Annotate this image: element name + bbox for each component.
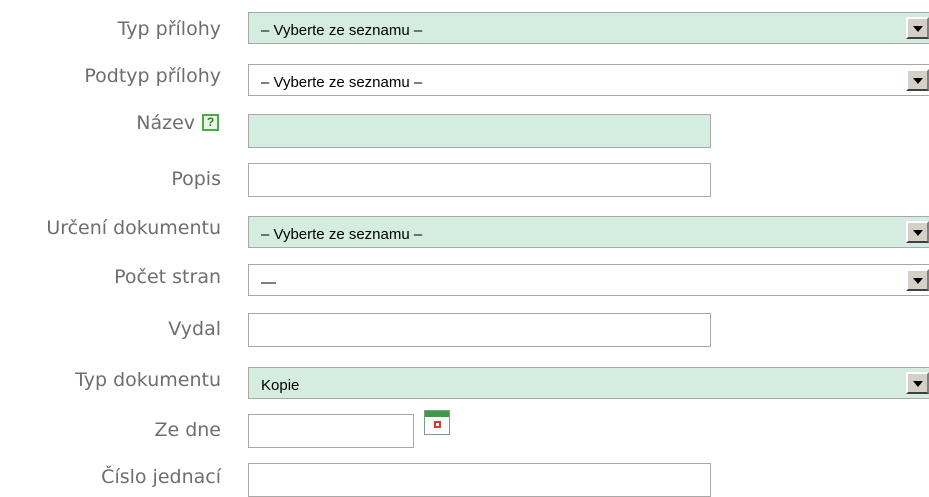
- chevron-down-icon[interactable]: [906, 269, 929, 291]
- label-nazev: Název: [136, 112, 195, 134]
- popis-input[interactable]: [248, 163, 711, 197]
- podtyp-prilohy-value: – Vyberte ze seznamu –: [261, 74, 423, 91]
- urceni-dokumentu-select[interactable]: – Vyberte ze seznamu –: [248, 216, 929, 248]
- label-typ-prilohy: Typ přílohy: [117, 18, 221, 40]
- label-popis: Popis: [171, 168, 221, 190]
- urceni-dokumentu-value: – Vyberte ze seznamu –: [261, 226, 423, 243]
- pocet-stran-select[interactable]: —: [248, 264, 929, 296]
- label-cislo-jednaci: Číslo jednací: [101, 466, 221, 488]
- chevron-down-icon[interactable]: [906, 17, 929, 39]
- label-podtyp-prilohy: Podtyp přílohy: [84, 65, 221, 87]
- podtyp-prilohy-select[interactable]: – Vyberte ze seznamu –: [248, 64, 929, 96]
- label-typ-dokumentu: Typ dokumentu: [75, 369, 221, 391]
- chevron-down-icon[interactable]: [906, 372, 929, 394]
- label-urceni-dokumentu: Určení dokumentu: [46, 217, 221, 239]
- help-icon[interactable]: ?: [202, 114, 219, 131]
- typ-prilohy-select[interactable]: – Vyberte ze seznamu –: [248, 12, 929, 44]
- typ-dokumentu-select[interactable]: Kopie: [248, 367, 929, 399]
- typ-dokumentu-value: Kopie: [261, 377, 300, 394]
- label-pocet-stran: Počet stran: [114, 266, 221, 288]
- pocet-stran-value: —: [261, 274, 276, 291]
- vydal-input[interactable]: [248, 313, 711, 347]
- label-vydal: Vydal: [168, 318, 221, 340]
- calendar-header: [425, 411, 449, 417]
- ze-dne-input[interactable]: [248, 414, 414, 448]
- chevron-down-icon[interactable]: [906, 69, 929, 91]
- nazev-input[interactable]: [248, 114, 711, 148]
- calendar-icon[interactable]: [424, 410, 450, 435]
- chevron-down-icon[interactable]: [906, 221, 929, 243]
- label-ze-dne: Ze dne: [154, 419, 221, 441]
- typ-prilohy-value: – Vyberte ze seznamu –: [261, 22, 423, 39]
- calendar-day-marker: [434, 421, 441, 428]
